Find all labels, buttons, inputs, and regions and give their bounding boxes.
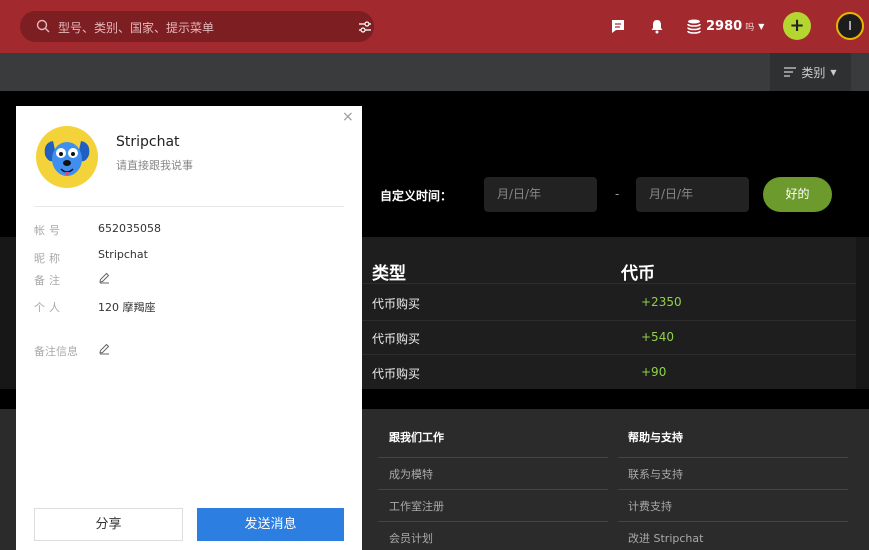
footer-link-affiliate[interactable]: 会员计划 [389, 530, 433, 546]
token-unit: 吗 [745, 22, 755, 33]
row-tokens: +540 [641, 330, 674, 344]
edit-remark-icon[interactable] [98, 272, 110, 284]
coins-icon [687, 19, 701, 34]
share-button[interactable]: 分享 [34, 508, 183, 541]
buy-tokens-button[interactable]: + [783, 12, 811, 40]
custom-time-label: 自定义时间： [380, 189, 453, 203]
divider [34, 206, 344, 207]
search-placeholder: 型号、类别、国家、提示菜单 [58, 21, 215, 35]
row-tokens: +2350 [641, 295, 682, 309]
row-divider [362, 320, 856, 321]
row-divider [362, 354, 856, 355]
profile-subtitle: 请直接跟我说事 [116, 159, 193, 172]
start-date-input[interactable]: 月/日/年 [484, 177, 597, 212]
filter-sliders-icon[interactable] [358, 20, 372, 34]
profile-name: Stripchat [116, 134, 180, 150]
ok-button[interactable]: 好的 [763, 177, 832, 212]
token-balance[interactable]: 2980 吗 ▼ [686, 17, 764, 35]
row-type: 代币购买 [372, 332, 421, 346]
footer-link-billing[interactable]: 计费支持 [628, 498, 672, 514]
top-bar: 型号、类别、国家、提示菜单 2980 吗 ▼ + I [0, 0, 869, 53]
account-label: 帐号 [34, 224, 64, 237]
personal-value: 120 摩羯座 [98, 301, 156, 314]
sort-lines-icon [784, 67, 797, 77]
row-type: 代币购买 [372, 297, 421, 311]
personal-label: 个人 [34, 301, 64, 314]
transactions-table: 类型 代币 代币购买 +2350 代币购买 +540 代币购买 +90 [362, 237, 856, 389]
chevron-down-icon: ▼ [830, 67, 837, 77]
footer-divider [378, 521, 608, 522]
sub-bar [0, 53, 869, 91]
nickname-value: Stripchat [98, 248, 148, 261]
search-icon [36, 19, 50, 33]
footer-link-studio-signup[interactable]: 工作室注册 [389, 498, 444, 514]
category-label: 类别 [801, 65, 826, 80]
end-date-input[interactable]: 月/日/年 [636, 177, 749, 212]
chevron-down-icon: ▼ [758, 21, 765, 31]
send-message-button[interactable]: 发送消息 [197, 508, 344, 541]
footer-divider [378, 489, 608, 490]
footer-divider [378, 457, 608, 458]
footer-divider [618, 457, 848, 458]
token-amount: 2980 [706, 18, 743, 34]
footer-divider [618, 489, 848, 490]
column-header-tokens: 代币 [621, 264, 655, 284]
column-header-type: 类型 [372, 264, 406, 284]
edit-remark-info-icon[interactable] [98, 343, 110, 355]
footer-link-contact[interactable]: 联系与支持 [628, 466, 683, 482]
footer-title-work: 跟我们工作 [389, 431, 444, 444]
footer-divider [618, 521, 848, 522]
nickname-label: 昵称 [34, 252, 64, 265]
profile-avatar [36, 126, 98, 188]
close-icon[interactable]: × [342, 109, 354, 125]
category-dropdown[interactable]: 类别 ▼ [770, 53, 851, 91]
profile-modal: × Stripchat 请直接跟我说事 帐号 652035058 昵称 Stri… [16, 106, 362, 550]
footer-link-improve[interactable]: 改进 Stripchat [628, 530, 703, 546]
search-box[interactable]: 型号、类别、国家、提示菜单 [20, 11, 374, 42]
row-divider [362, 283, 856, 284]
date-separator: - [615, 187, 620, 201]
row-type: 代币购买 [372, 367, 421, 381]
remark-info-label: 备注信息 [34, 345, 78, 358]
footer-title-help: 帮助与支持 [628, 431, 683, 444]
row-tokens: +90 [641, 365, 667, 379]
bell-icon[interactable] [649, 18, 665, 34]
messages-icon[interactable] [610, 18, 626, 34]
account-value: 652035058 [98, 222, 161, 235]
remark-label: 备注 [34, 274, 64, 287]
footer-link-become-model[interactable]: 成为模特 [389, 466, 433, 482]
user-avatar[interactable]: I [836, 12, 864, 40]
